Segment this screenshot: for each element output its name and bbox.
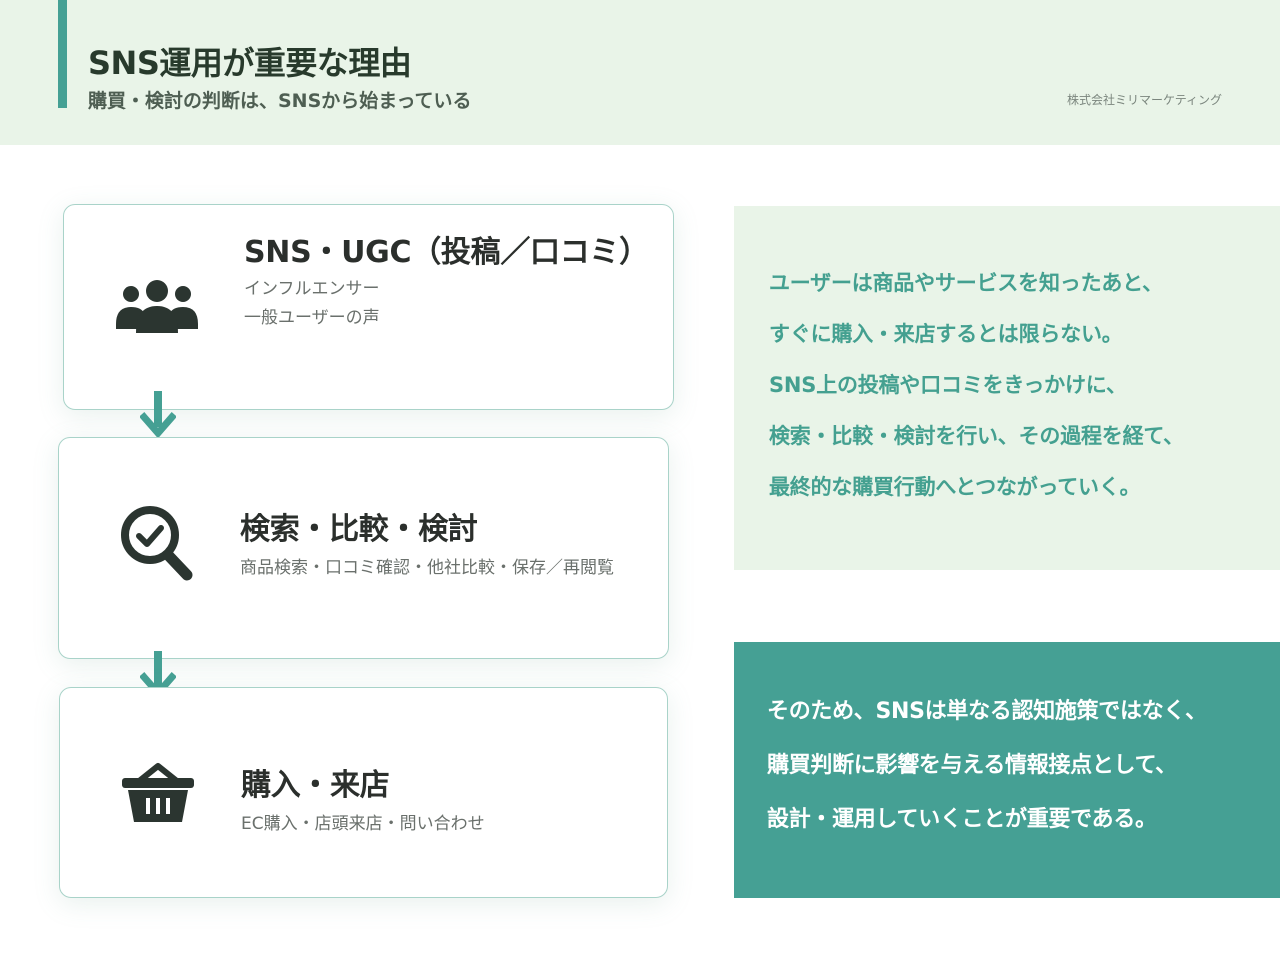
step-description-line: 一般ユーザーの声 (244, 308, 380, 328)
conclusion-panel: そのため、SNSは単なる認知施策ではなく、 購買判断に影響を与える情報接点として… (734, 642, 1280, 898)
step-title: SNS・UGC（投稿／口コミ） (244, 235, 649, 270)
company-name: 株式会社ミリマーケティング (1066, 93, 1222, 107)
page-subtitle: 購買・検討の判断は、SNSから始まっている (88, 90, 472, 112)
step-description: EC購入・店頭来店・問い合わせ (241, 810, 485, 839)
explanation-text: ユーザーは商品やサービスを知ったあと、 すぐに購入・来店するとは限らない。 SN… (769, 258, 1184, 513)
step-card-purchase-visit: 購入・来店 EC購入・店頭来店・問い合わせ (59, 687, 668, 898)
explanation-line: SNS上の投稿や口コミをきっかけに、 (769, 373, 1127, 397)
header-accent-bar (58, 0, 67, 108)
step-card-sns-ugc: SNS・UGC（投稿／口コミ） インフルエンサー 一般ユーザーの声 (63, 204, 674, 410)
conclusion-line: 設計・運用していくことが重要である。 (767, 807, 1157, 832)
explanation-line: ユーザーは商品やサービスを知ったあと、 (769, 271, 1163, 295)
header: SNS運用が重要な理由 購買・検討の判断は、SNSから始まっている 株式会社ミリ… (0, 0, 1280, 145)
step-description-line: インフルエンサー (244, 279, 380, 299)
explanation-line: すぐに購入・来店するとは限らない。 (769, 322, 1123, 346)
users-group-icon (114, 279, 200, 337)
explanation-panel: ユーザーは商品やサービスを知ったあと、 すぐに購入・来店するとは限らない。 SN… (734, 206, 1280, 570)
shopping-basket-icon (120, 762, 196, 826)
slide: SNS運用が重要な理由 購買・検討の判断は、SNSから始まっている 株式会社ミリ… (0, 0, 1280, 960)
step-title: 検索・比較・検討 (240, 512, 478, 547)
step-description-line: 商品検索・口コミ確認・他社比較・保存／再閲覧 (240, 558, 614, 578)
step-description: インフルエンサー 一般ユーザーの声 (244, 275, 380, 333)
conclusion-line: そのため、SNSは単なる認知施策ではなく、 (767, 699, 1207, 724)
step-title: 購入・来店 (241, 768, 390, 803)
step-description: 商品検索・口コミ確認・他社比較・保存／再閲覧 (240, 554, 614, 583)
step-card-search-compare: 検索・比較・検討 商品検索・口コミ確認・他社比較・保存／再閲覧 (58, 437, 669, 659)
page-title: SNS運用が重要な理由 (88, 44, 412, 82)
explanation-line: 検索・比較・検討を行い、その過程を経て、 (769, 424, 1184, 448)
step-description-line: EC購入・店頭来店・問い合わせ (241, 814, 485, 834)
arrow-down-icon (139, 391, 177, 443)
search-check-icon (119, 504, 195, 584)
conclusion-text: そのため、SNSは単なる認知施策ではなく、 購買判断に影響を与える情報接点として… (767, 685, 1207, 847)
explanation-line: 最終的な購買行動へとつながっていく。 (769, 475, 1141, 499)
conclusion-line: 購買判断に影響を与える情報接点として、 (767, 753, 1177, 778)
